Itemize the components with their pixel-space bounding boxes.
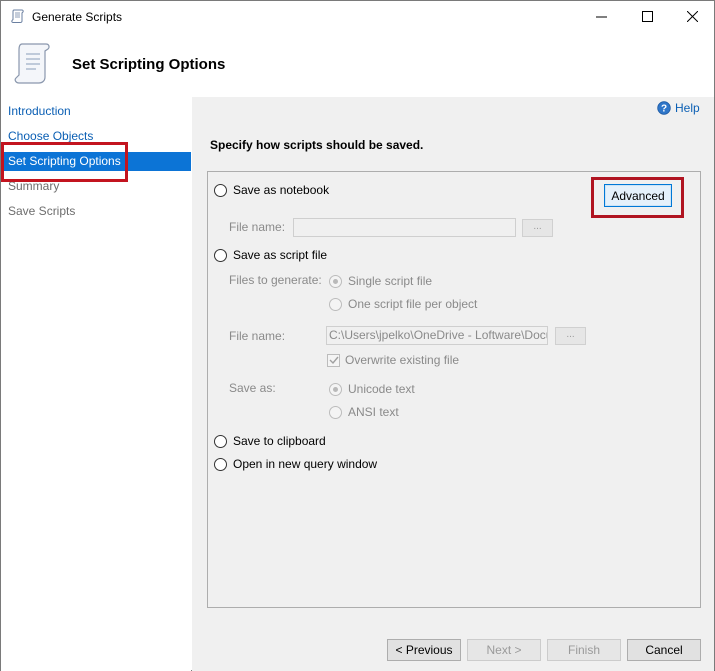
radio-circle	[329, 274, 342, 288]
finish-button[interactable]: Finish	[547, 639, 621, 661]
save-as-notebook-radio[interactable]: Save as notebook	[214, 183, 329, 197]
radio-circle	[214, 434, 227, 448]
ansi-text-label: ANSI text	[348, 405, 399, 419]
script-scroll-icon	[11, 9, 24, 23]
script-scroll-icon	[14, 43, 50, 84]
minimize-icon	[595, 16, 607, 17]
save-to-clipboard-radio[interactable]: Save to clipboard	[214, 434, 326, 448]
maximize-icon	[641, 10, 653, 22]
open-in-new-query-window-label: Open in new query window	[233, 457, 378, 471]
radio-circle	[329, 297, 342, 311]
script-file-name-label: File name:	[229, 329, 286, 343]
wizard-steps-sidebar: Introduction Choose Objects Set Scriptin…	[1, 97, 191, 671]
single-script-file-radio[interactable]: Single script file	[329, 274, 432, 288]
minimize-button[interactable]	[578, 1, 624, 31]
cancel-button[interactable]: Cancel	[627, 639, 701, 661]
help-icon: ?	[657, 101, 671, 115]
close-button[interactable]	[669, 1, 715, 31]
radio-circle	[214, 457, 227, 471]
save-as-notebook-label: Save as notebook	[233, 183, 330, 197]
output-options-group: Save as notebook Advanced File name: ...…	[207, 171, 701, 608]
annotation-highlight-box	[591, 177, 684, 218]
notebook-file-name-input[interactable]	[293, 218, 516, 237]
previous-button[interactable]: < Previous	[387, 639, 461, 661]
overwrite-existing-checkbox[interactable]: Overwrite existing file	[327, 353, 459, 367]
svg-text:?: ?	[661, 104, 667, 115]
instruction-text: Specify how scripts should be saved.	[210, 138, 424, 152]
save-as-script-file-label: Save as script file	[233, 248, 328, 262]
one-script-per-object-label: One script file per object	[348, 297, 478, 311]
unicode-text-label: Unicode text	[348, 382, 415, 396]
one-script-per-object-radio[interactable]: One script file per object	[329, 297, 477, 311]
single-script-file-label: Single script file	[348, 274, 433, 288]
unicode-text-radio[interactable]: Unicode text	[329, 382, 415, 396]
ansi-text-radio[interactable]: ANSI text	[329, 405, 399, 419]
window-title: Generate Scripts	[32, 10, 123, 24]
files-to-generate-label: Files to generate:	[229, 273, 322, 287]
checkmark-icon	[329, 356, 339, 365]
generate-scripts-window: Generate Scripts Set Scripting Options I…	[0, 0, 715, 671]
close-icon	[686, 10, 698, 22]
notebook-browse-button[interactable]: ...	[522, 219, 553, 237]
radio-circle	[329, 405, 342, 419]
sidebar-item-introduction[interactable]: Introduction	[1, 102, 191, 121]
help-link[interactable]: ? Help	[657, 101, 700, 115]
page-title: Set Scripting Options	[72, 56, 226, 73]
help-label: Help	[675, 101, 700, 115]
save-to-clipboard-label: Save to clipboard	[233, 434, 326, 448]
radio-circle	[329, 382, 342, 396]
wizard-header: Set Scripting Options	[1, 31, 714, 97]
save-as-label: Save as:	[229, 381, 276, 395]
title-bar: Generate Scripts	[1, 1, 714, 31]
next-button[interactable]: Next >	[467, 639, 541, 661]
overwrite-existing-label: Overwrite existing file	[345, 353, 460, 367]
sidebar-item-save-scripts: Save Scripts	[8, 204, 76, 218]
script-file-name-input[interactable]: C:\Users\jpelko\OneDrive - Loftware\Docu…	[326, 326, 548, 345]
radio-circle	[214, 248, 227, 262]
checkbox-box	[327, 353, 340, 367]
notebook-file-name-label: File name:	[229, 220, 286, 234]
save-as-script-file-radio[interactable]: Save as script file	[214, 248, 327, 262]
annotation-highlight-box	[1, 142, 128, 182]
radio-circle	[214, 183, 227, 197]
maximize-button[interactable]	[624, 1, 670, 31]
script-file-browse-button[interactable]: ...	[555, 327, 586, 345]
open-in-new-query-window-radio[interactable]: Open in new query window	[214, 457, 377, 471]
